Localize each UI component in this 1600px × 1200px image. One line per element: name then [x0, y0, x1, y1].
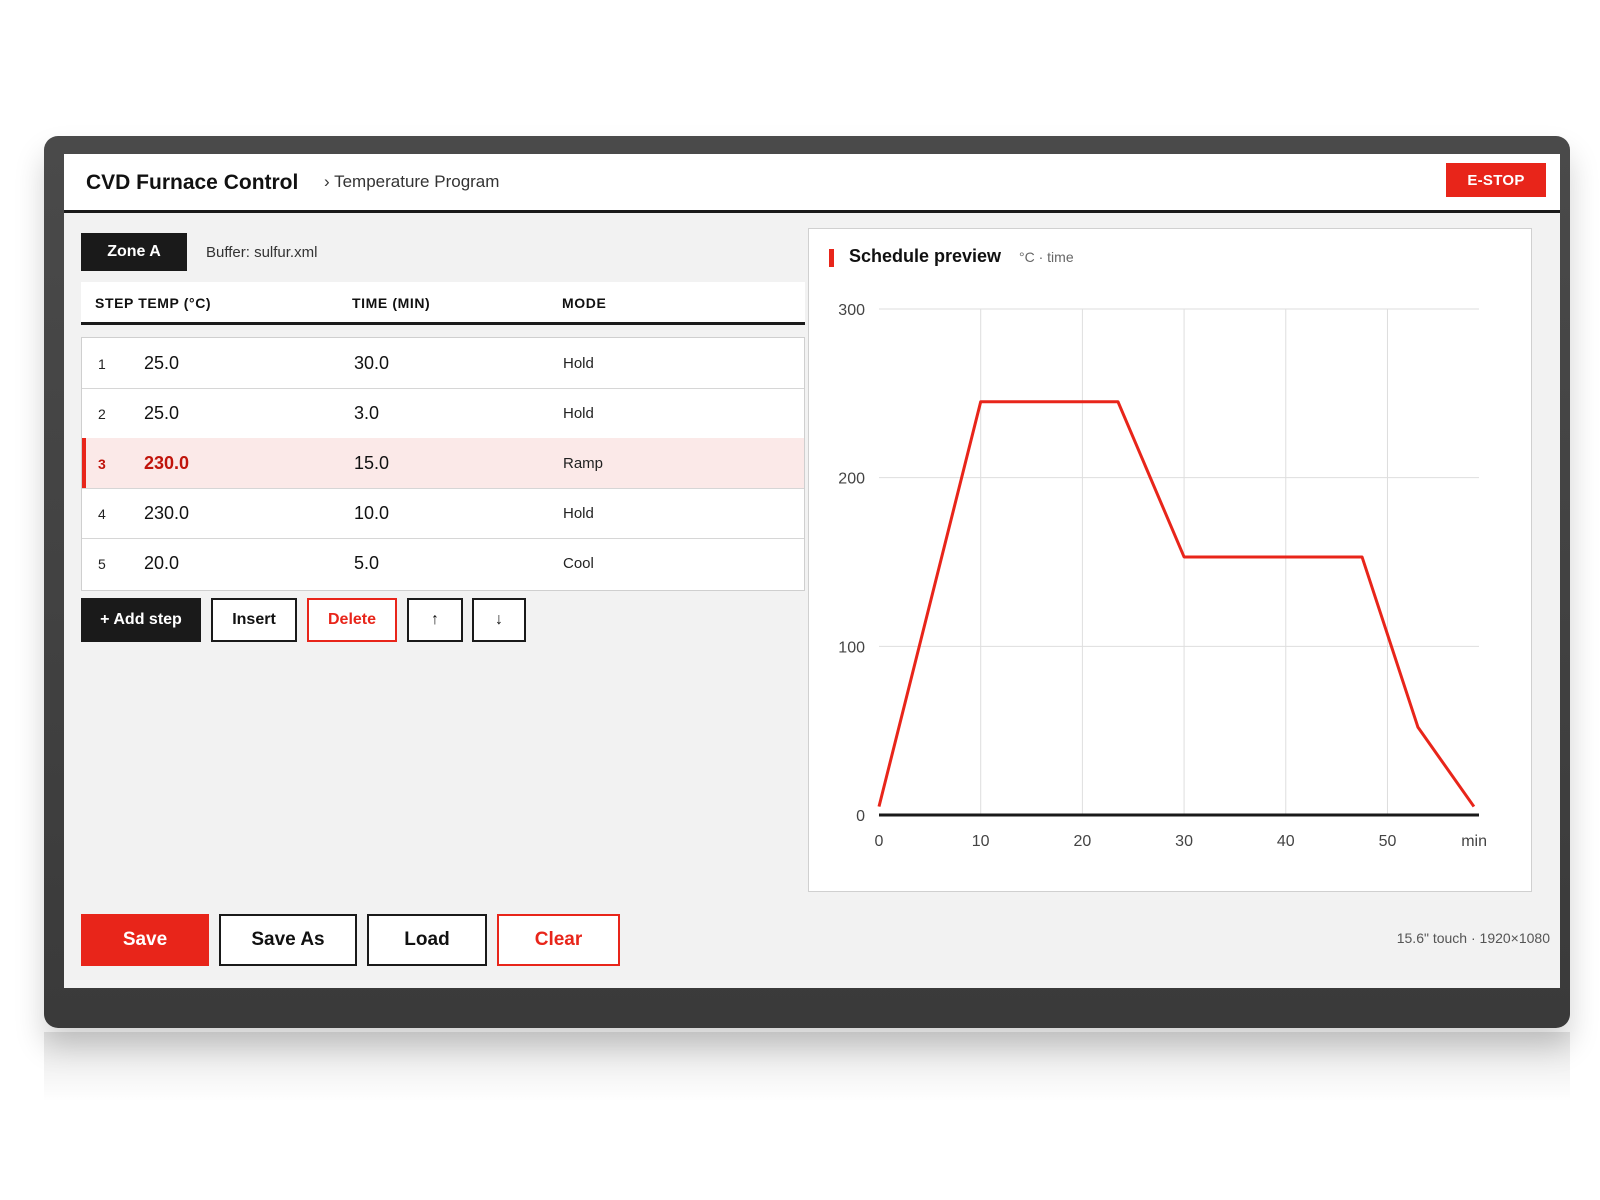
program-table-body: 1 25.0 30.0 Hold 2 25.0 3.0 Hold 3 230.0…: [81, 337, 805, 591]
schedule-preview-panel: 0 100 200 300 0 10 20 30 40 50 min Schedule previe…: [808, 228, 1532, 892]
step-index: 2: [98, 406, 106, 422]
step-time-cell[interactable]: 3.0: [354, 403, 379, 424]
chart-title-marker: [829, 249, 834, 267]
zone-a-tab[interactable]: Zone A: [81, 233, 187, 271]
x-tick-label: 30: [1175, 833, 1193, 850]
move-up-button[interactable]: ↑: [407, 598, 463, 642]
save-as-button[interactable]: Save As: [219, 914, 357, 966]
save-button[interactable]: Save: [81, 914, 209, 966]
x-tick-label: 20: [1073, 833, 1091, 850]
device-info-label: 15.6" touch · 1920×1080: [1396, 930, 1550, 946]
delete-step-button[interactable]: Delete: [307, 598, 397, 642]
step-mode-cell[interactable]: Hold: [563, 405, 594, 422]
x-tick-label: 40: [1277, 833, 1295, 850]
table-row[interactable]: 4 230.0 10.0 Hold: [82, 488, 804, 539]
x-axis-label: min: [1461, 833, 1487, 850]
x-tick-label: 50: [1379, 833, 1397, 850]
temperature-series-line: [877, 400, 1476, 808]
breadcrumb[interactable]: › Temperature Program: [324, 172, 499, 192]
step-mode-cell[interactable]: Ramp: [563, 455, 603, 472]
step-time-cell[interactable]: 30.0: [354, 353, 389, 374]
step-time-cell[interactable]: 15.0: [354, 453, 389, 474]
step-mode-cell[interactable]: Hold: [563, 355, 594, 372]
program-table-header: STEP TEMP (°C) TIME (MIN) MODE: [81, 282, 805, 325]
app-screen: CVD Furnace Control › Temperature Progra…: [64, 154, 1560, 988]
step-index: 4: [98, 506, 106, 522]
buffer-file-label: Buffer: sulfur.xml: [206, 244, 318, 261]
step-temp-cell[interactable]: 25.0: [144, 353, 179, 374]
column-header-time: TIME (MIN): [352, 295, 431, 311]
add-step-button[interactable]: + Add step: [81, 598, 201, 642]
table-row-selected[interactable]: 3 230.0 15.0 Ramp: [82, 438, 804, 489]
step-mode-cell[interactable]: Cool: [563, 555, 594, 572]
y-tick-label: 200: [838, 471, 865, 488]
y-tick-label: 300: [838, 302, 865, 319]
step-time-cell[interactable]: 5.0: [354, 553, 379, 574]
monitor-reflection: [44, 1032, 1570, 1102]
column-header-step-temp: STEP TEMP (°C): [95, 295, 212, 311]
table-row[interactable]: 2 25.0 3.0 Hold: [82, 388, 804, 439]
step-temp-cell[interactable]: 25.0: [144, 403, 179, 424]
y-tick-label: 100: [838, 639, 865, 656]
step-index: 5: [98, 556, 106, 572]
load-button[interactable]: Load: [367, 914, 487, 966]
move-down-button[interactable]: ↓: [472, 598, 526, 642]
step-mode-cell[interactable]: Hold: [563, 505, 594, 522]
step-index: 3: [98, 456, 106, 472]
step-temp-cell[interactable]: 230.0: [144, 453, 189, 474]
clear-button[interactable]: Clear: [497, 914, 620, 966]
emergency-stop-button[interactable]: E-STOP: [1446, 163, 1546, 197]
x-tick-label: 0: [875, 833, 884, 850]
table-row[interactable]: 5 20.0 5.0 Cool: [82, 538, 804, 588]
y-tick-label: 0: [856, 808, 865, 825]
table-row[interactable]: 1 25.0 30.0 Hold: [82, 338, 804, 389]
step-temp-cell[interactable]: 230.0: [144, 503, 189, 524]
chart-title: Schedule preview: [849, 246, 1002, 266]
app-title: CVD Furnace Control: [86, 171, 299, 194]
app-header: CVD Furnace Control › Temperature Progra…: [64, 154, 1560, 213]
step-time-cell[interactable]: 10.0: [354, 503, 389, 524]
insert-step-button[interactable]: Insert: [211, 598, 297, 642]
step-temp-cell[interactable]: 20.0: [144, 553, 179, 574]
chart-subtitle: °C · time: [1019, 249, 1074, 265]
column-header-mode: MODE: [562, 295, 607, 311]
x-tick-label: 10: [972, 833, 990, 850]
step-index: 1: [98, 356, 106, 372]
schedule-preview-chart: 0 100 200 300 0 10 20 30 40 50 min: [838, 302, 1487, 850]
